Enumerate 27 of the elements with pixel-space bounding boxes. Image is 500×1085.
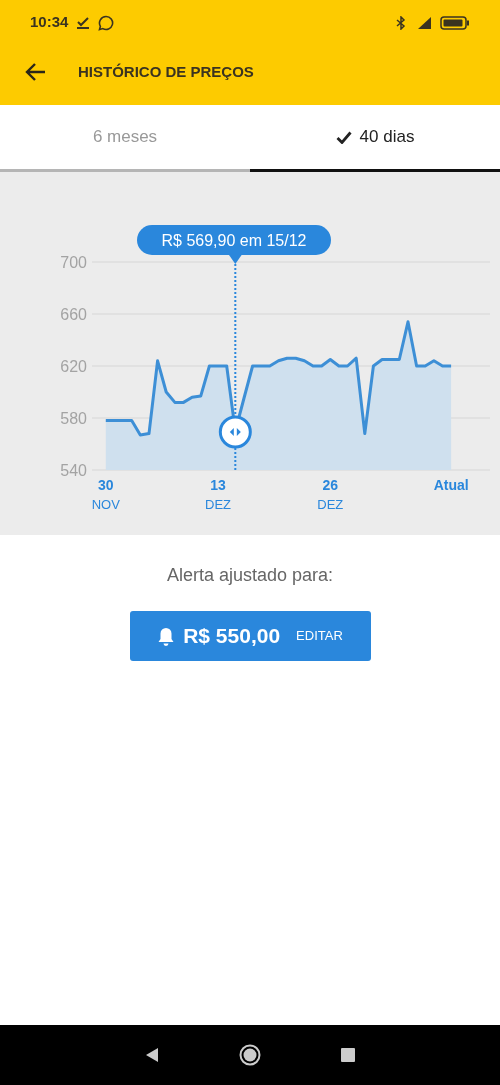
back-nav-icon[interactable] (145, 1047, 159, 1063)
x-axis-label: DEZ (205, 497, 232, 512)
x-axis-label: NOV (91, 497, 120, 512)
alert-price-button[interactable]: R$ 550,00 EDITAR (129, 611, 371, 661)
x-axis-label: 13 (210, 477, 226, 493)
battery-icon (440, 15, 470, 30)
drag-handle-icon[interactable] (218, 415, 252, 449)
status-time: 10:34 (30, 12, 69, 33)
back-arrow-icon[interactable] (24, 62, 46, 82)
x-axis-label: Atual (433, 477, 469, 493)
x-axis-label: 30 (98, 477, 114, 493)
x-axis-label: 26 (322, 477, 339, 493)
x-axis-label: DEZ (317, 497, 344, 512)
tooltip-text: R$ 569,90 em 15/12 (161, 232, 307, 249)
bluetooth-icon (396, 15, 406, 30)
bell-icon (157, 626, 176, 646)
y-axis-label: 700 (60, 254, 87, 271)
download-done-icon (76, 15, 91, 30)
y-axis-label: 620 (60, 358, 87, 375)
check-icon (335, 130, 352, 144)
chat-bubble-icon (98, 14, 115, 31)
y-axis-label: 660 (60, 306, 87, 323)
y-axis-label: 540 (60, 462, 87, 479)
screen-title: HISTÓRICO DE PREÇOS (78, 61, 254, 82)
home-nav-icon[interactable] (239, 1044, 261, 1066)
alert-label: Alerta ajustado para: (166, 564, 334, 587)
y-axis-label: 580 (60, 410, 87, 427)
